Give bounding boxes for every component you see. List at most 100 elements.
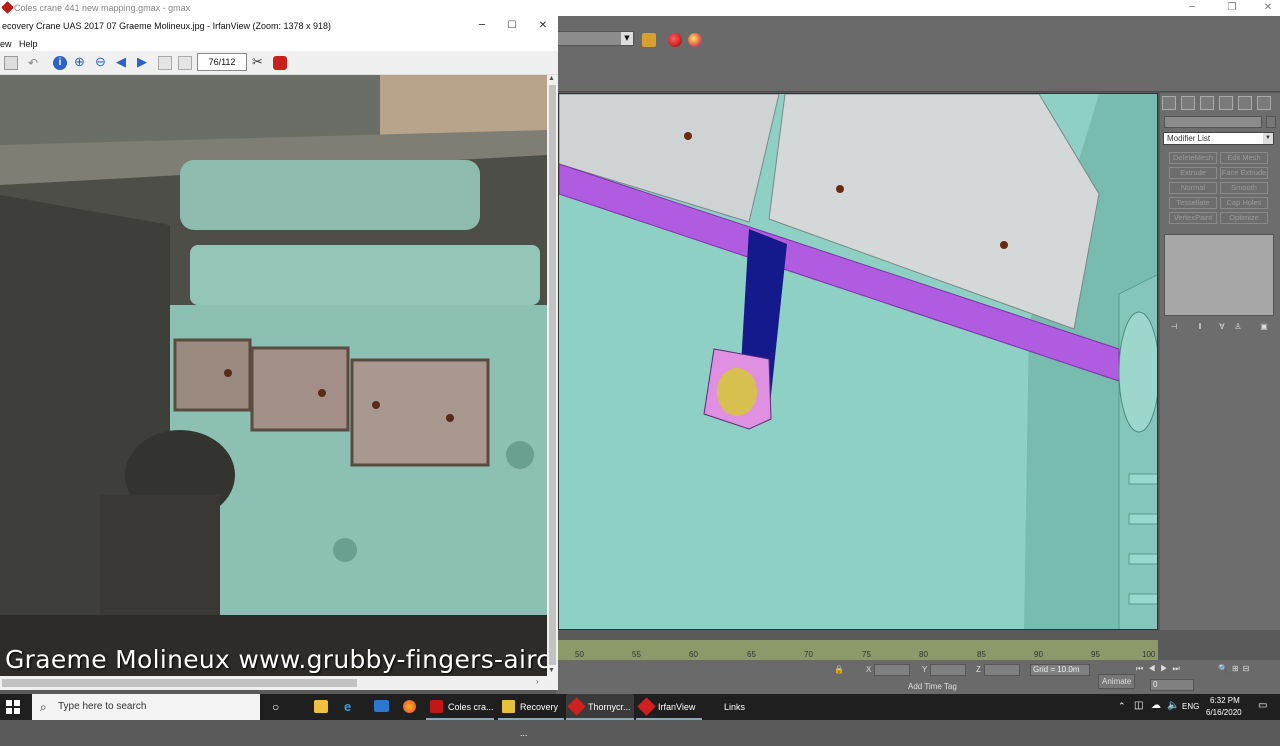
scroll-thumb[interactable] xyxy=(549,85,556,665)
taskbar-app-gmax[interactable]: Coles cra... xyxy=(426,694,494,720)
info-icon[interactable]: i xyxy=(53,56,67,70)
make-unique-icon[interactable]: ∀ xyxy=(1215,320,1229,334)
timeline-tick: 90 xyxy=(1034,650,1043,659)
taskbar-app-recovery[interactable]: Recovery ... xyxy=(498,694,564,738)
track-bar[interactable]: 50 55 60 65 70 75 80 85 90 95 100 xyxy=(558,640,1158,660)
display-tab-icon[interactable] xyxy=(1238,96,1252,110)
viewport-navigation-icons[interactable]: 🔍⊞⊟ xyxy=(1218,664,1253,673)
selection-set-dropdown[interactable]: ▼ xyxy=(556,31,634,46)
scroll-thumb[interactable] xyxy=(2,679,357,687)
lock-selection-icon[interactable]: 🔒 xyxy=(834,665,844,674)
taskbar-app-label: Recovery ... xyxy=(520,702,559,738)
edge-icon[interactable]: e xyxy=(344,699,351,714)
options-icon[interactable]: ✂ xyxy=(252,55,266,70)
add-time-tag-button[interactable]: Add Time Tag xyxy=(908,682,957,691)
taskbar-search-box[interactable]: ⌕ Type here to search xyxy=(32,694,260,720)
zoom-in-icon[interactable]: ⊕ xyxy=(74,55,88,70)
save-icon[interactable] xyxy=(4,56,18,70)
show-end-result-icon[interactable]: ‖ xyxy=(1193,320,1207,334)
close-icon[interactable]: ✕ xyxy=(531,18,555,34)
show-hidden-icons[interactable]: ⌃ xyxy=(1118,701,1126,712)
task-view-icon[interactable]: ○ xyxy=(272,700,279,714)
x-coordinate-field[interactable] xyxy=(874,664,910,676)
first-image-icon[interactable] xyxy=(158,56,172,70)
hierarchy-tab-icon[interactable] xyxy=(1200,96,1214,110)
modifier-button[interactable]: Smooth xyxy=(1220,182,1268,194)
store-icon[interactable] xyxy=(314,700,328,713)
render-scene-icon[interactable] xyxy=(668,33,682,47)
chevron-down-icon: ▼ xyxy=(621,32,633,45)
mail-icon[interactable] xyxy=(374,700,389,712)
notifications-icon[interactable]: ▭ xyxy=(1258,700,1267,711)
modifier-button[interactable]: VertexPaint xyxy=(1169,212,1217,224)
search-placeholder: Type here to search xyxy=(58,701,147,712)
previous-image-icon[interactable]: ◀ xyxy=(116,55,130,70)
y-coordinate-field[interactable] xyxy=(930,664,966,676)
material-editor-icon[interactable] xyxy=(688,33,702,47)
scroll-up-icon[interactable]: ▲ xyxy=(548,75,555,82)
minimize-icon[interactable]: ─ xyxy=(1180,0,1204,16)
clock-time[interactable]: 6:32 PM xyxy=(1210,696,1240,705)
modifier-stack[interactable] xyxy=(1164,234,1274,316)
vertical-scrollbar[interactable]: ▲ ▼ xyxy=(547,75,558,676)
create-tab-icon[interactable] xyxy=(1162,96,1176,110)
irfanview-app-icon xyxy=(637,697,656,716)
volume-icon[interactable]: 🔈 xyxy=(1167,700,1179,711)
taskbar-toolbar-links[interactable]: Links xyxy=(702,694,762,720)
pin-stack-icon[interactable]: ⊣ xyxy=(1167,320,1181,334)
timeline-tick: 50 xyxy=(575,650,584,659)
named-selection-icon[interactable] xyxy=(642,33,656,47)
firefox-icon[interactable] xyxy=(403,700,416,713)
perspective-viewport[interactable] xyxy=(558,93,1158,630)
modifier-button[interactable]: Face Extrude xyxy=(1220,167,1268,179)
next-image-icon[interactable]: ▶ xyxy=(137,55,151,70)
remove-modifier-icon[interactable]: ♙ xyxy=(1231,320,1245,334)
undo-icon[interactable]: ↶ xyxy=(28,56,42,70)
motion-tab-icon[interactable] xyxy=(1219,96,1233,110)
configure-sets-icon[interactable]: ▣ xyxy=(1257,320,1271,334)
restore-icon[interactable]: ❐ xyxy=(1220,0,1244,16)
z-label: Z xyxy=(976,665,981,674)
modifier-button[interactable]: Normal xyxy=(1169,182,1217,194)
timeline-tick: 95 xyxy=(1091,650,1100,659)
modifier-list-dropdown[interactable]: Modifier List ▼ xyxy=(1163,132,1274,145)
network-icon[interactable]: ◫ xyxy=(1134,700,1143,711)
menu-view[interactable]: ew xyxy=(0,37,12,51)
modifier-button[interactable]: DeleteMesh xyxy=(1169,152,1217,164)
object-name-field[interactable] xyxy=(1164,116,1262,128)
modifier-button[interactable]: Cap Holes xyxy=(1220,197,1268,209)
object-color-swatch[interactable] xyxy=(1266,116,1276,128)
taskbar-app-thornycroft[interactable]: Thornycr... xyxy=(566,694,634,720)
minimize-icon[interactable]: ─ xyxy=(470,18,494,34)
modifier-button[interactable]: Tessellate xyxy=(1169,197,1217,209)
close-icon[interactable]: ✕ xyxy=(1256,0,1280,16)
modifier-button[interactable]: Extrude xyxy=(1169,167,1217,179)
menu-help[interactable]: Help xyxy=(19,37,38,51)
modify-tab-icon[interactable] xyxy=(1181,96,1195,110)
scroll-down-icon[interactable]: ▼ xyxy=(548,667,555,674)
clock-date[interactable]: 6/16/2020 xyxy=(1206,708,1242,717)
timeline-tick: 100 xyxy=(1142,650,1156,659)
horizontal-scrollbar[interactable]: › xyxy=(0,676,558,690)
animate-button[interactable]: Animate xyxy=(1098,674,1136,689)
modifier-button[interactable]: Edit Mesh xyxy=(1220,152,1268,164)
windows-start-icon[interactable] xyxy=(6,700,20,714)
timeline-tick: 60 xyxy=(689,650,698,659)
modifier-button[interactable]: Optimize xyxy=(1220,212,1268,224)
playback-controls[interactable]: ⏮◀▶⏭ xyxy=(1136,664,1185,674)
taskbar-app-irfanview[interactable]: IrfanView xyxy=(636,694,702,720)
last-image-icon[interactable] xyxy=(178,56,192,70)
current-frame-field[interactable]: 0 xyxy=(1150,679,1194,691)
timeline-tick: 80 xyxy=(919,650,928,659)
z-coordinate-field[interactable] xyxy=(984,664,1020,676)
scroll-right-icon[interactable]: › xyxy=(536,677,539,686)
irfanview-toolbar: ↶ i ⊕ ⊖ ◀ ▶ 76/112 ✂ xyxy=(0,51,558,75)
irfanview-logo-icon[interactable] xyxy=(273,56,287,70)
input-language-indicator[interactable]: ENG xyxy=(1182,702,1199,711)
search-icon: ⌕ xyxy=(40,700,47,714)
maximize-icon[interactable]: ☐ xyxy=(500,18,524,34)
zoom-out-icon[interactable]: ⊖ xyxy=(95,55,109,70)
status-bar: 🔒 X Y Z Grid = 10.0m Add Time Tag Animat… xyxy=(556,660,1280,696)
utilities-tab-icon[interactable] xyxy=(1257,96,1271,110)
onedrive-icon[interactable]: ☁ xyxy=(1151,700,1161,711)
